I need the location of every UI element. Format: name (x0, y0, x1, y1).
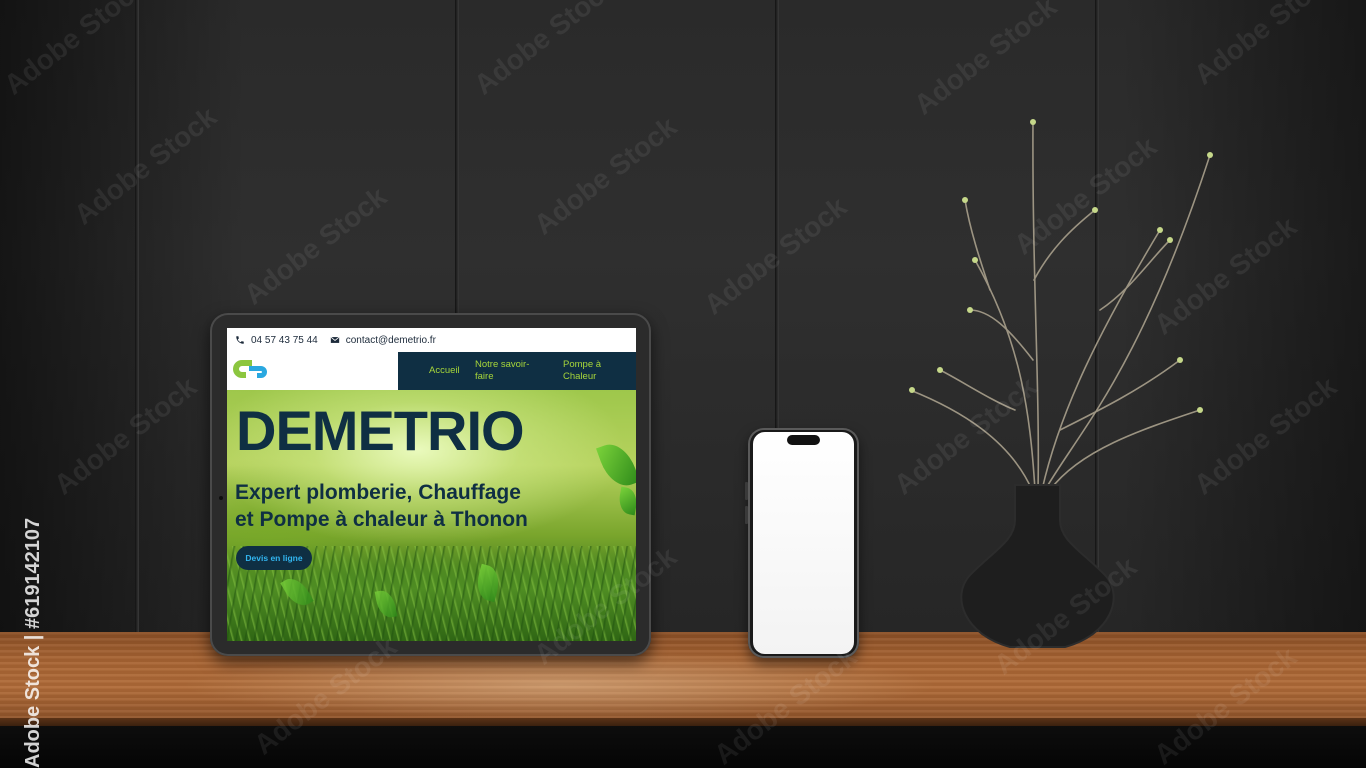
wall-panel-seam (135, 0, 139, 640)
email-address: contact@demetrio.fr (345, 334, 436, 346)
envelope-icon (330, 336, 340, 343)
contact-bar: 04 57 43 75 44 contact@demetrio.fr (227, 328, 636, 352)
floor-shadow (0, 726, 1366, 768)
phone-dynamic-island (787, 435, 820, 445)
shelf-light-reflection (180, 650, 940, 720)
nav-item-savoir-faire[interactable]: Notre savoir-faire (475, 359, 545, 383)
hero-subtitle: Expert plomberie, Chauffage et Pompe à c… (235, 479, 565, 533)
dry-branches (909, 119, 1211, 491)
leaf-decoration (616, 486, 636, 516)
nav-item-accueil[interactable]: Accueil (429, 365, 460, 377)
phone-blank-screen (753, 432, 854, 654)
phone-contact[interactable]: 04 57 43 75 44 (235, 335, 318, 346)
quote-button[interactable]: Devis en ligne (236, 546, 312, 570)
main-navigation: Accueil Notre savoir-faire Pompe à Chale… (398, 352, 636, 390)
hero-title: DEMETRIO (236, 399, 525, 462)
company-logo[interactable] (229, 356, 273, 382)
email-contact[interactable]: contact@demetrio.fr (330, 335, 436, 346)
phone-side-button (745, 506, 748, 524)
hero-banner: DEMETRIO Expert plomberie, Chauffage et … (227, 390, 636, 641)
shelf-edge (0, 718, 1366, 726)
phone-number: 04 57 43 75 44 (251, 334, 318, 346)
phone-side-button (745, 482, 748, 500)
phone-icon (236, 336, 244, 344)
adobe-stock-id-watermark: Adobe Stock | #619142107 (22, 517, 44, 768)
black-vase (960, 484, 1115, 648)
nav-item-pompe-a-chaleur[interactable]: Pompe à Chaleur (563, 359, 615, 383)
tablet-camera (219, 496, 223, 500)
vase-with-branches (909, 119, 1213, 648)
hero-subtitle-line: Expert plomberie, Chauffage (235, 481, 521, 504)
hero-subtitle-line: et Pompe à chaleur à Thonon (235, 508, 528, 531)
leaf-decoration (596, 438, 636, 492)
site-header: Accueil Notre savoir-faire Pompe à Chale… (227, 352, 636, 390)
tablet-screen-website: 04 57 43 75 44 contact@demetrio.fr Accue… (227, 328, 636, 641)
